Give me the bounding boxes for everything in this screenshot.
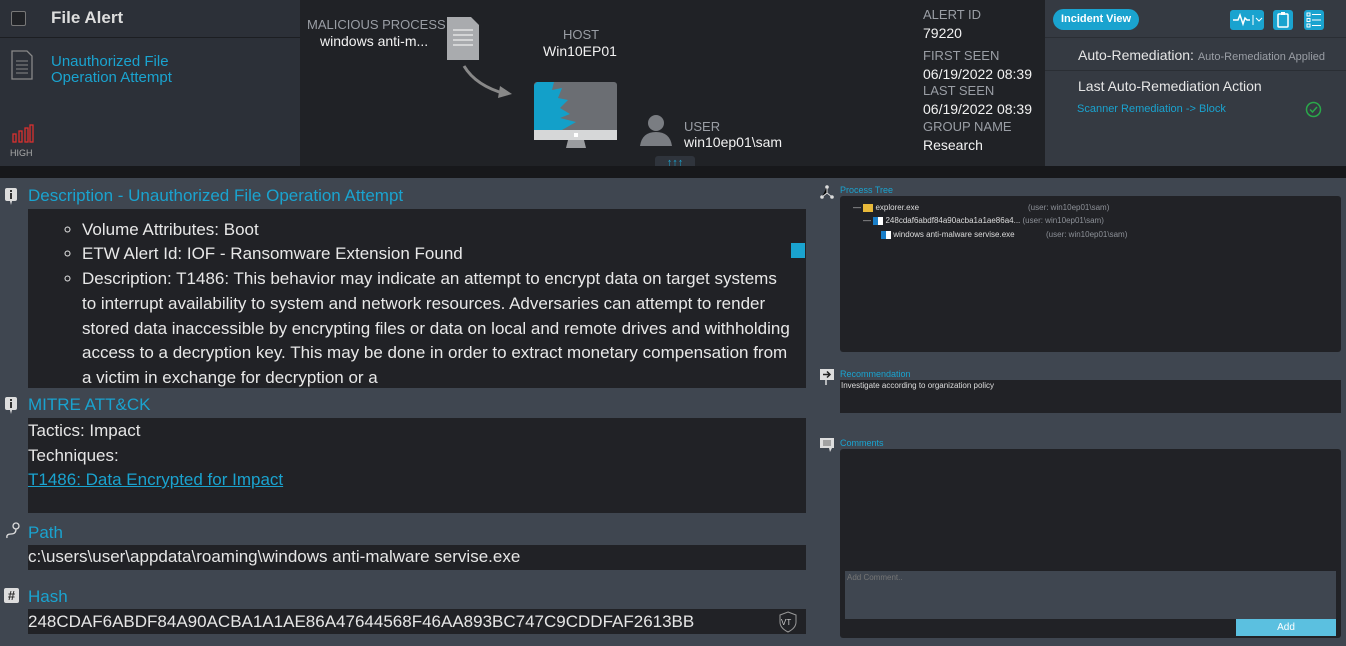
scrollbar-thumb[interactable] — [791, 243, 805, 258]
host-computer-icon — [534, 82, 617, 148]
attack-flow-panel: MALICIOUS PROCESS windows anti-m... HOST… — [300, 0, 1045, 170]
last-action-link[interactable]: Scanner Remediation -> Block — [1077, 103, 1226, 115]
recommendation-title: Recommendation — [840, 369, 911, 379]
description-item: ETW Alert Id: IOF - Ransomware Extension… — [82, 242, 794, 267]
info-icon — [5, 188, 17, 205]
mitre-box: Tactics: Impact Techniques: T1486: Data … — [28, 418, 806, 513]
severity-bars-icon — [12, 124, 34, 143]
clipboard-icon — [1277, 12, 1289, 28]
checklist-button[interactable] — [1304, 10, 1324, 30]
comment-input[interactable] — [845, 571, 1336, 619]
first-seen: 06/19/2022 08:39 — [923, 66, 1032, 82]
severity-label: HIGH — [10, 148, 33, 158]
vt-label: VT — [781, 618, 792, 627]
user-value[interactable]: win10ep01\sam — [684, 134, 782, 150]
comments-box: Add — [840, 449, 1341, 638]
divider — [1045, 37, 1346, 38]
executable-icon — [881, 230, 891, 239]
host-value[interactable]: Win10EP01 — [543, 43, 617, 59]
path-value[interactable]: c:\users\user\appdata\roaming\windows an… — [28, 545, 806, 570]
hash-box: 248CDAF6ABDF84A90ACBA1A1AE86A47644568F46… — [28, 609, 806, 634]
process-name: explorer.exe — [875, 203, 920, 212]
malicious-file-icon — [447, 17, 512, 98]
hash-value[interactable]: 248CDAF6ABDF84A90ACBA1A1AE86A47644568F46… — [28, 612, 694, 631]
virustotal-button[interactable]: VT — [776, 610, 800, 634]
process-user: (user: win10ep01\sam) — [1046, 230, 1128, 239]
process-user: (user: win10ep01\sam) — [1022, 216, 1104, 225]
process-tree-title: Process Tree — [840, 185, 894, 195]
process-tree-icon — [820, 185, 834, 199]
executable-icon — [873, 216, 884, 225]
tree-row[interactable]: — 248cdaf6abdf84a90acba1a1ae86a4... (use… — [863, 216, 1104, 225]
process-label: MALICIOUS PROCESS — [307, 17, 446, 32]
group-name: Research — [923, 137, 983, 153]
clipboard-button[interactable] — [1273, 10, 1293, 30]
add-comment-button[interactable]: Add — [1236, 619, 1336, 636]
comments-title: Comments — [840, 438, 884, 448]
last-action-label: Last Auto-Remediation Action — [1078, 78, 1262, 94]
process-tree-box: — explorer.exe (user: win10ep01\sam) — 24… — [840, 196, 1341, 352]
description-title: Description - Unauthorized File Operatio… — [28, 186, 404, 205]
list-icon — [1306, 12, 1321, 28]
techniques-label: Techniques: — [28, 445, 119, 465]
select-checkbox[interactable] — [11, 11, 26, 26]
alert-summary-panel: File Alert Unauthorized File Operation A… — [0, 0, 300, 166]
incident-view-button[interactable]: Incident View — [1053, 9, 1139, 30]
comment-icon — [820, 438, 834, 452]
group-label: GROUP NAME — [923, 119, 1012, 134]
description-item: Volume Attributes: Boot — [82, 218, 794, 243]
tree-row[interactable]: windows anti-malware servise.exe (user: w… — [881, 230, 1127, 239]
host-label: HOST — [563, 27, 600, 42]
timeline-dropdown-button[interactable] — [1230, 10, 1264, 30]
header-divider — [0, 166, 1346, 178]
hash-title: Hash — [28, 587, 68, 606]
description-box[interactable]: . Volume Attributes: Boot ETW Alert Id: … — [28, 209, 806, 388]
alert-type: File Alert — [51, 8, 124, 27]
technique-link[interactable]: T1486: Data Encrypted for Impact — [28, 468, 806, 493]
tactics: Tactics: Impact — [28, 421, 141, 440]
divider — [1045, 70, 1346, 71]
alert-id-label: ALERT ID — [923, 7, 982, 22]
first-seen-label: FIRST SEEN — [923, 48, 1000, 63]
info-icon — [5, 397, 17, 414]
process-user: (user: win10ep01\sam) — [1028, 203, 1110, 212]
last-seen-label: LAST SEEN — [923, 83, 995, 98]
description-item: Description: T1486: This behavior may in… — [82, 267, 794, 388]
process-name: 248cdaf6abdf84a90acba1a1ae86a4... — [885, 216, 1021, 225]
divider — [0, 37, 300, 38]
user-icon — [640, 115, 672, 146]
success-check-icon — [1305, 101, 1322, 118]
alert-name-link[interactable]: Unauthorized File Operation Attempt — [51, 54, 221, 86]
pulse-icon — [1233, 12, 1263, 27]
path-icon — [6, 522, 20, 539]
process-name: windows anti-malware servise.exe — [893, 230, 1015, 239]
auto-remediation-label: Auto-Remediation: — [1078, 47, 1194, 63]
folder-icon — [863, 203, 874, 212]
recommendation-text: Investigate according to organization po… — [840, 380, 1341, 413]
alert-id: 79220 — [923, 25, 962, 41]
path-title: Path — [28, 523, 63, 542]
auto-remediation-status: Auto-Remediation: Auto-Remediation Appli… — [1078, 47, 1325, 63]
remediation-panel: Incident View Auto-Remediation: Auto-Rem… — [1045, 0, 1346, 166]
hash-icon: # — [4, 588, 19, 603]
recommendation-arrow-icon — [820, 369, 834, 385]
process-value[interactable]: windows anti-m... — [320, 33, 428, 49]
user-label: USER — [684, 119, 721, 134]
last-seen: 06/19/2022 08:39 — [923, 101, 1032, 117]
tree-row[interactable]: — explorer.exe (user: win10ep01\sam) — [853, 203, 1109, 212]
auto-remediation-value: Auto-Remediation Applied — [1197, 51, 1326, 63]
mitre-title: MITRE ATT&CK — [28, 395, 151, 414]
document-icon — [11, 50, 33, 80]
